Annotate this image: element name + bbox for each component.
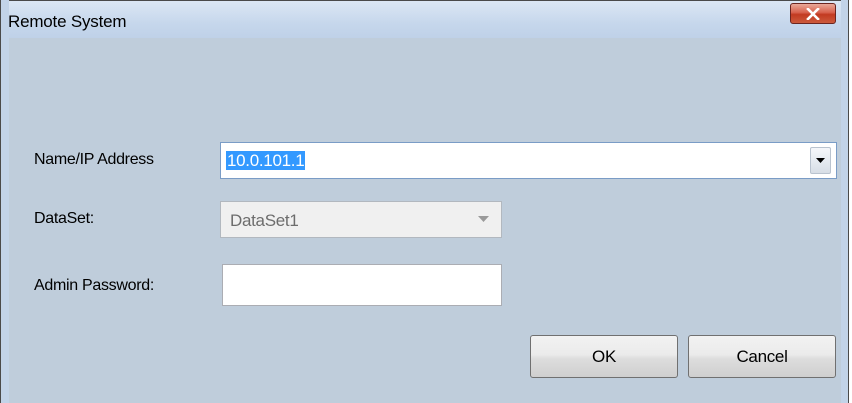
chevron-down-icon (816, 158, 825, 163)
remote-system-dialog: Remote System Name/IP Address 10.0.101.1… (0, 0, 849, 403)
chevron-down-icon (478, 216, 489, 222)
dataset-value: DataSet1 (230, 211, 299, 230)
name-ip-dropdown-button[interactable] (810, 147, 831, 174)
title-bar[interactable]: Remote System (0, 0, 849, 38)
name-ip-combobox[interactable]: 10.0.101.1 (220, 142, 837, 179)
admin-password-input[interactable] (222, 264, 502, 306)
name-ip-value[interactable]: 10.0.101.1 (226, 151, 306, 170)
dataset-label: DataSet: (34, 210, 94, 227)
ok-button[interactable]: OK (530, 335, 678, 378)
close-button[interactable] (790, 3, 836, 24)
cancel-button[interactable]: Cancel (688, 335, 836, 378)
window-title: Remote System (8, 12, 127, 31)
close-icon (806, 7, 820, 20)
dataset-combobox[interactable]: DataSet1 (220, 201, 502, 238)
window-frame-left (0, 0, 9, 403)
name-ip-label: Name/IP Address (34, 151, 154, 168)
window-border-right (848, 0, 849, 403)
admin-password-label: Admin Password: (34, 277, 154, 294)
